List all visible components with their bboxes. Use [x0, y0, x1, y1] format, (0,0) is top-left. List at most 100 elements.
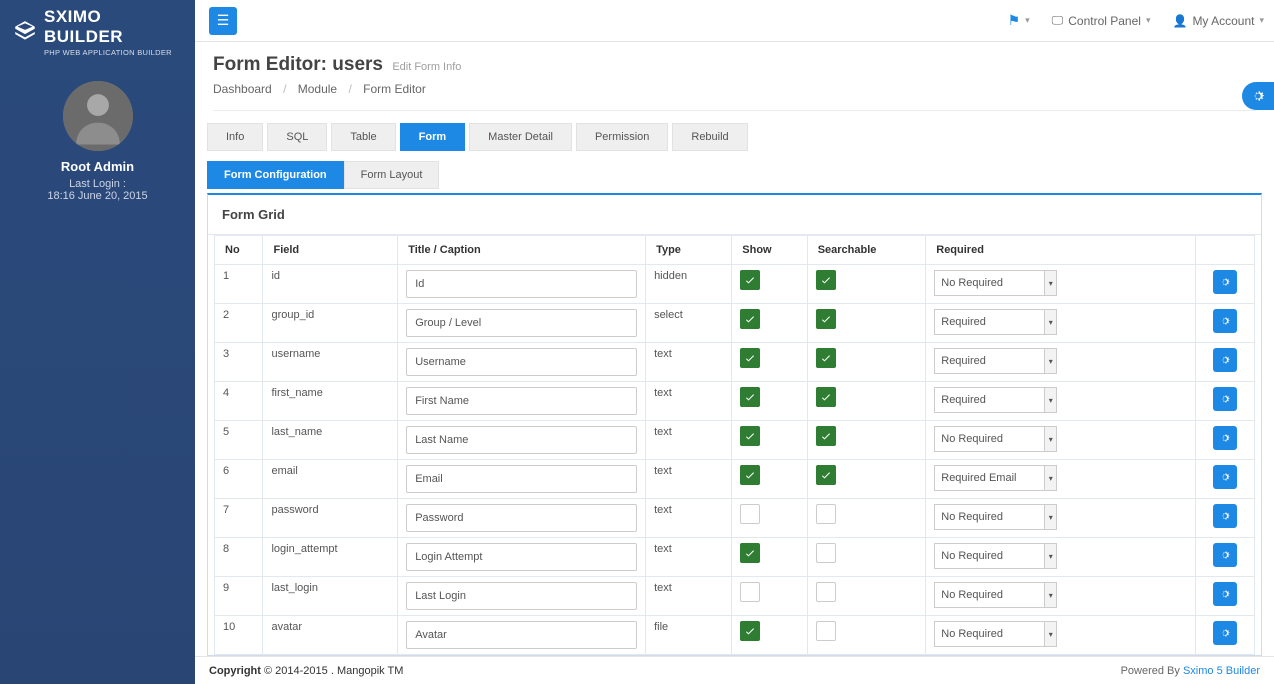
cell-type: hidden	[646, 265, 732, 304]
cell-type: text	[646, 460, 732, 499]
check-off-icon[interactable]	[816, 543, 836, 563]
check-on-icon[interactable]	[816, 387, 836, 407]
row-settings-button[interactable]	[1213, 309, 1237, 333]
select-toggle[interactable]: ▾	[1044, 348, 1057, 374]
cell-field: password	[263, 499, 398, 538]
breadcrumb-module[interactable]: Module	[298, 82, 337, 96]
check-off-icon[interactable]	[816, 621, 836, 641]
breadcrumb-dashboard[interactable]: Dashboard	[213, 82, 272, 96]
check-on-icon[interactable]	[740, 387, 760, 407]
required-select[interactable]	[934, 582, 1044, 608]
select-toggle[interactable]: ▾	[1044, 543, 1057, 569]
required-select[interactable]	[934, 309, 1044, 335]
select-toggle[interactable]: ▾	[1044, 504, 1057, 530]
check-on-icon[interactable]	[740, 348, 760, 368]
tab-form[interactable]: Form	[400, 123, 466, 151]
select-toggle[interactable]: ▾	[1044, 270, 1057, 296]
select-toggle[interactable]: ▾	[1044, 309, 1057, 335]
tab-permission[interactable]: Permission	[576, 123, 668, 151]
check-on-icon[interactable]	[740, 465, 760, 485]
check-off-icon[interactable]	[816, 504, 836, 524]
check-on-icon[interactable]	[740, 426, 760, 446]
row-settings-button[interactable]	[1213, 504, 1237, 528]
row-settings-button[interactable]	[1213, 543, 1237, 567]
cell-no: 9	[215, 577, 263, 616]
row-settings-button[interactable]	[1213, 270, 1237, 294]
title-input[interactable]	[406, 621, 637, 649]
required-select[interactable]	[934, 504, 1044, 530]
row-settings-button[interactable]	[1213, 348, 1237, 372]
required-select[interactable]	[934, 543, 1044, 569]
subtab-form-layout[interactable]: Form Layout	[344, 161, 440, 189]
check-on-icon[interactable]	[816, 348, 836, 368]
check-on-icon[interactable]	[816, 426, 836, 446]
cell-field: last_name	[263, 421, 398, 460]
tab-table[interactable]: Table	[331, 123, 395, 151]
form-grid-table: No Field Title / Caption Type Show Searc…	[214, 235, 1255, 655]
title-input[interactable]	[406, 348, 637, 376]
check-on-icon[interactable]	[740, 270, 760, 290]
required-select[interactable]	[934, 348, 1044, 374]
required-select[interactable]	[934, 465, 1044, 491]
hamburger-icon: ☰	[217, 12, 230, 29]
footer-powered-link[interactable]: Sximo 5 Builder	[1183, 665, 1260, 677]
col-search: Searchable	[807, 236, 926, 265]
tab-sql[interactable]: SQL	[267, 123, 327, 151]
row-settings-button[interactable]	[1213, 621, 1237, 645]
my-account-dropdown[interactable]: 👤 My Account ▾	[1172, 14, 1264, 28]
table-row: 10avatarfile▾	[215, 616, 1255, 655]
cell-type: text	[646, 499, 732, 538]
title-input[interactable]	[406, 387, 637, 415]
select-toggle[interactable]: ▾	[1044, 621, 1057, 647]
required-select[interactable]	[934, 387, 1044, 413]
cell-no: 10	[215, 616, 263, 655]
check-on-icon[interactable]	[816, 270, 836, 290]
table-row: 3usernametext▾	[215, 343, 1255, 382]
title-input[interactable]	[406, 582, 637, 610]
last-login-label: Last Login :	[0, 178, 195, 190]
col-type: Type	[646, 236, 732, 265]
select-toggle[interactable]: ▾	[1044, 426, 1057, 452]
hamburger-button[interactable]: ☰	[209, 7, 237, 35]
check-on-icon[interactable]	[816, 465, 836, 485]
cell-field: username	[263, 343, 398, 382]
language-dropdown[interactable]: ⚑ ▾	[1008, 12, 1030, 29]
check-off-icon[interactable]	[816, 582, 836, 602]
select-toggle[interactable]: ▾	[1044, 465, 1057, 491]
title-input[interactable]	[406, 543, 637, 571]
row-settings-button[interactable]	[1213, 582, 1237, 606]
side-settings-button[interactable]	[1242, 82, 1274, 110]
required-select[interactable]	[934, 621, 1044, 647]
cell-type: file	[646, 616, 732, 655]
title-input[interactable]	[406, 270, 637, 298]
tabs-primary: InfoSQLTableFormMaster DetailPermissionR…	[195, 113, 1274, 151]
title-input[interactable]	[406, 426, 637, 454]
page-title: Form Editor: users	[213, 54, 383, 75]
check-on-icon[interactable]	[816, 309, 836, 329]
title-input[interactable]	[406, 309, 637, 337]
tab-info[interactable]: Info	[207, 123, 263, 151]
row-settings-button[interactable]	[1213, 387, 1237, 411]
user-icon: 👤	[1172, 14, 1187, 28]
select-toggle[interactable]: ▾	[1044, 582, 1057, 608]
check-on-icon[interactable]	[740, 621, 760, 641]
check-on-icon[interactable]	[740, 543, 760, 563]
subtab-form-configuration[interactable]: Form Configuration	[207, 161, 344, 189]
cell-no: 1	[215, 265, 263, 304]
required-select[interactable]	[934, 270, 1044, 296]
cell-no: 6	[215, 460, 263, 499]
select-toggle[interactable]: ▾	[1044, 387, 1057, 413]
row-settings-button[interactable]	[1213, 426, 1237, 450]
topbar: ☰ ⚑ ▾ 🖵 Control Panel ▾ 👤 My Account ▾	[195, 0, 1274, 42]
control-panel-link[interactable]: 🖵 Control Panel ▾	[1052, 13, 1151, 28]
required-select[interactable]	[934, 426, 1044, 452]
check-off-icon[interactable]	[740, 504, 760, 524]
check-off-icon[interactable]	[740, 582, 760, 602]
tab-master-detail[interactable]: Master Detail	[469, 123, 572, 151]
row-settings-button[interactable]	[1213, 465, 1237, 489]
tab-rebuild[interactable]: Rebuild	[672, 123, 747, 151]
check-on-icon[interactable]	[740, 309, 760, 329]
title-input[interactable]	[406, 465, 637, 493]
cell-no: 5	[215, 421, 263, 460]
title-input[interactable]	[406, 504, 637, 532]
